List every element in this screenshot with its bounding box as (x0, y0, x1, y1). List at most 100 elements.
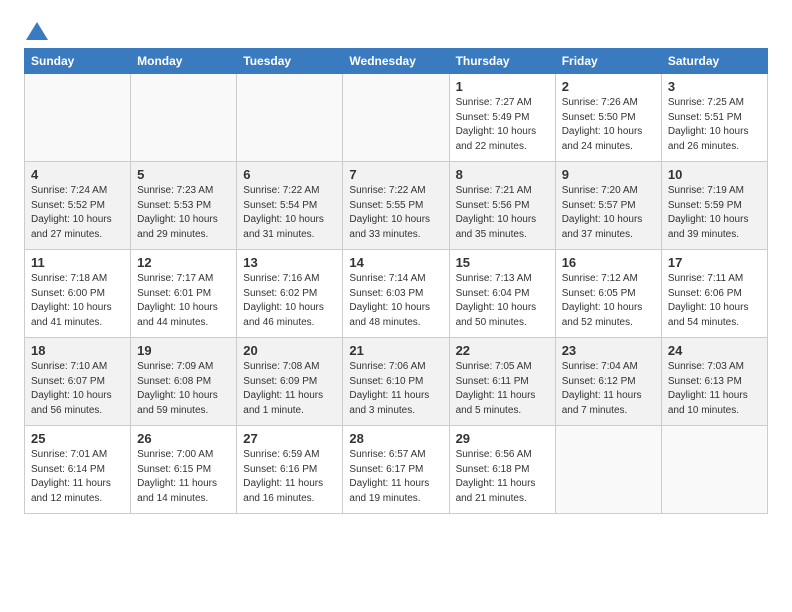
day-info: Sunrise: 7:09 AM Sunset: 6:08 PM Dayligh… (137, 360, 230, 418)
day-number: 25 (31, 431, 124, 446)
day-number: 17 (668, 255, 761, 270)
day-info: Sunrise: 7:27 AM Sunset: 5:49 PM Dayligh… (456, 96, 549, 154)
col-header-tuesday: Tuesday (237, 49, 343, 74)
day-number: 6 (243, 167, 336, 182)
calendar-cell: 17 Sunrise: 7:11 AM Sunset: 6:06 PM Dayli… (661, 250, 767, 338)
day-info: Sunrise: 7:11 AM Sunset: 6:06 PM Dayligh… (668, 272, 761, 330)
calendar-cell (131, 74, 237, 162)
day-number: 22 (456, 343, 549, 358)
day-info: Sunrise: 7:21 AM Sunset: 5:56 PM Dayligh… (456, 184, 549, 242)
day-number: 1 (456, 79, 549, 94)
col-header-sunday: Sunday (25, 49, 131, 74)
calendar-cell: 24Sunrise: 7:03 AM Sunset: 6:13 PM Dayli… (661, 338, 767, 426)
calendar-cell: 26 Sunrise: 7:00 AM Sunset: 6:15 PM Dayli… (131, 426, 237, 514)
calendar-cell (555, 426, 661, 514)
calendar-cell: 3 Sunrise: 7:25 AM Sunset: 5:51 PM Daylig… (661, 74, 767, 162)
calendar-table: SundayMondayTuesdayWednesdayThursdayFrid… (24, 48, 768, 514)
day-number: 4 (31, 167, 124, 182)
calendar-cell: 25 Sunrise: 7:01 AM Sunset: 6:14 PM Dayli… (25, 426, 131, 514)
day-info: Sunrise: 6:57 AM Sunset: 6:17 PM Dayligh… (349, 448, 442, 506)
day-number: 27 (243, 431, 336, 446)
calendar-cell: 22 Sunrise: 7:05 AM Sunset: 6:11 PM Dayli… (449, 338, 555, 426)
col-header-wednesday: Wednesday (343, 49, 449, 74)
calendar-cell: 28Sunrise: 6:57 AM Sunset: 6:17 PM Dayli… (343, 426, 449, 514)
calendar-cell: 23 Sunrise: 7:04 AM Sunset: 6:12 PM Dayli… (555, 338, 661, 426)
page-header (24, 20, 768, 40)
day-number: 14 (349, 255, 442, 270)
day-info: Sunrise: 7:16 AM Sunset: 6:02 PM Dayligh… (243, 272, 336, 330)
day-number: 19 (137, 343, 230, 358)
calendar-cell: 13 Sunrise: 7:16 AM Sunset: 6:02 PM Dayli… (237, 250, 343, 338)
calendar-cell (237, 74, 343, 162)
calendar-cell: 27 Sunrise: 6:59 AM Sunset: 6:16 PM Dayli… (237, 426, 343, 514)
day-number: 2 (562, 79, 655, 94)
day-info: Sunrise: 6:56 AM Sunset: 6:18 PM Dayligh… (456, 448, 549, 506)
day-info: Sunrise: 7:05 AM Sunset: 6:11 PM Dayligh… (456, 360, 549, 418)
day-info: Sunrise: 7:12 AM Sunset: 6:05 PM Dayligh… (562, 272, 655, 330)
day-info: Sunrise: 7:13 AM Sunset: 6:04 PM Dayligh… (456, 272, 549, 330)
day-number: 16 (562, 255, 655, 270)
day-number: 29 (456, 431, 549, 446)
calendar-cell: 21Sunrise: 7:06 AM Sunset: 6:10 PM Dayli… (343, 338, 449, 426)
calendar-cell: 10 Sunrise: 7:19 AM Sunset: 5:59 PM Dayli… (661, 162, 767, 250)
calendar-cell: 4 Sunrise: 7:24 AM Sunset: 5:52 PM Daylig… (25, 162, 131, 250)
day-number: 5 (137, 167, 230, 182)
day-number: 12 (137, 255, 230, 270)
col-header-saturday: Saturday (661, 49, 767, 74)
day-info: Sunrise: 7:20 AM Sunset: 5:57 PM Dayligh… (562, 184, 655, 242)
day-number: 13 (243, 255, 336, 270)
calendar-cell: 29 Sunrise: 6:56 AM Sunset: 6:18 PM Dayli… (449, 426, 555, 514)
day-number: 15 (456, 255, 549, 270)
col-header-friday: Friday (555, 49, 661, 74)
day-number: 11 (31, 255, 124, 270)
day-info: Sunrise: 7:01 AM Sunset: 6:14 PM Dayligh… (31, 448, 124, 506)
day-info: Sunrise: 7:22 AM Sunset: 5:54 PM Dayligh… (243, 184, 336, 242)
col-header-thursday: Thursday (449, 49, 555, 74)
calendar-cell (343, 74, 449, 162)
logo-icon (26, 22, 48, 40)
calendar-cell: 5 Sunrise: 7:23 AM Sunset: 5:53 PM Daylig… (131, 162, 237, 250)
day-number: 23 (562, 343, 655, 358)
calendar-cell: 8 Sunrise: 7:21 AM Sunset: 5:56 PM Daylig… (449, 162, 555, 250)
day-info: Sunrise: 7:22 AM Sunset: 5:55 PM Dayligh… (349, 184, 442, 242)
day-number: 7 (349, 167, 442, 182)
calendar-cell: 11 Sunrise: 7:18 AM Sunset: 6:00 PM Dayli… (25, 250, 131, 338)
day-number: 9 (562, 167, 655, 182)
day-info: Sunrise: 7:25 AM Sunset: 5:51 PM Dayligh… (668, 96, 761, 154)
calendar-cell: 7 Sunrise: 7:22 AM Sunset: 5:55 PM Daylig… (343, 162, 449, 250)
day-info: Sunrise: 7:18 AM Sunset: 6:00 PM Dayligh… (31, 272, 124, 330)
calendar-cell: 6 Sunrise: 7:22 AM Sunset: 5:54 PM Daylig… (237, 162, 343, 250)
day-info: Sunrise: 7:08 AM Sunset: 6:09 PM Dayligh… (243, 360, 336, 418)
day-number: 18 (31, 343, 124, 358)
calendar-cell: 15 Sunrise: 7:13 AM Sunset: 6:04 PM Dayli… (449, 250, 555, 338)
day-number: 26 (137, 431, 230, 446)
calendar-cell: 19 Sunrise: 7:09 AM Sunset: 6:08 PM Dayli… (131, 338, 237, 426)
day-number: 3 (668, 79, 761, 94)
day-info: Sunrise: 7:23 AM Sunset: 5:53 PM Dayligh… (137, 184, 230, 242)
day-number: 24 (668, 343, 761, 358)
day-info: Sunrise: 7:17 AM Sunset: 6:01 PM Dayligh… (137, 272, 230, 330)
calendar-cell (661, 426, 767, 514)
logo (24, 24, 48, 40)
day-info: Sunrise: 7:14 AM Sunset: 6:03 PM Dayligh… (349, 272, 442, 330)
calendar-cell: 12 Sunrise: 7:17 AM Sunset: 6:01 PM Dayli… (131, 250, 237, 338)
day-number: 8 (456, 167, 549, 182)
day-info: Sunrise: 7:26 AM Sunset: 5:50 PM Dayligh… (562, 96, 655, 154)
day-info: Sunrise: 7:04 AM Sunset: 6:12 PM Dayligh… (562, 360, 655, 418)
calendar-cell: 1 Sunrise: 7:27 AM Sunset: 5:49 PM Daylig… (449, 74, 555, 162)
day-info: Sunrise: 6:59 AM Sunset: 6:16 PM Dayligh… (243, 448, 336, 506)
day-number: 10 (668, 167, 761, 182)
calendar-cell: 16 Sunrise: 7:12 AM Sunset: 6:05 PM Dayli… (555, 250, 661, 338)
col-header-monday: Monday (131, 49, 237, 74)
day-info: Sunrise: 7:24 AM Sunset: 5:52 PM Dayligh… (31, 184, 124, 242)
calendar-cell: 20 Sunrise: 7:08 AM Sunset: 6:09 PM Dayli… (237, 338, 343, 426)
header-row: SundayMondayTuesdayWednesdayThursdayFrid… (25, 49, 768, 74)
day-info: Sunrise: 7:19 AM Sunset: 5:59 PM Dayligh… (668, 184, 761, 242)
day-info: Sunrise: 7:00 AM Sunset: 6:15 PM Dayligh… (137, 448, 230, 506)
calendar-cell: 2 Sunrise: 7:26 AM Sunset: 5:50 PM Daylig… (555, 74, 661, 162)
day-info: Sunrise: 7:10 AM Sunset: 6:07 PM Dayligh… (31, 360, 124, 418)
calendar-cell: 14 Sunrise: 7:14 AM Sunset: 6:03 PM Dayli… (343, 250, 449, 338)
calendar-cell: 18 Sunrise: 7:10 AM Sunset: 6:07 PM Dayli… (25, 338, 131, 426)
day-number: 20 (243, 343, 336, 358)
day-info: Sunrise: 7:06 AM Sunset: 6:10 PM Dayligh… (349, 360, 442, 418)
